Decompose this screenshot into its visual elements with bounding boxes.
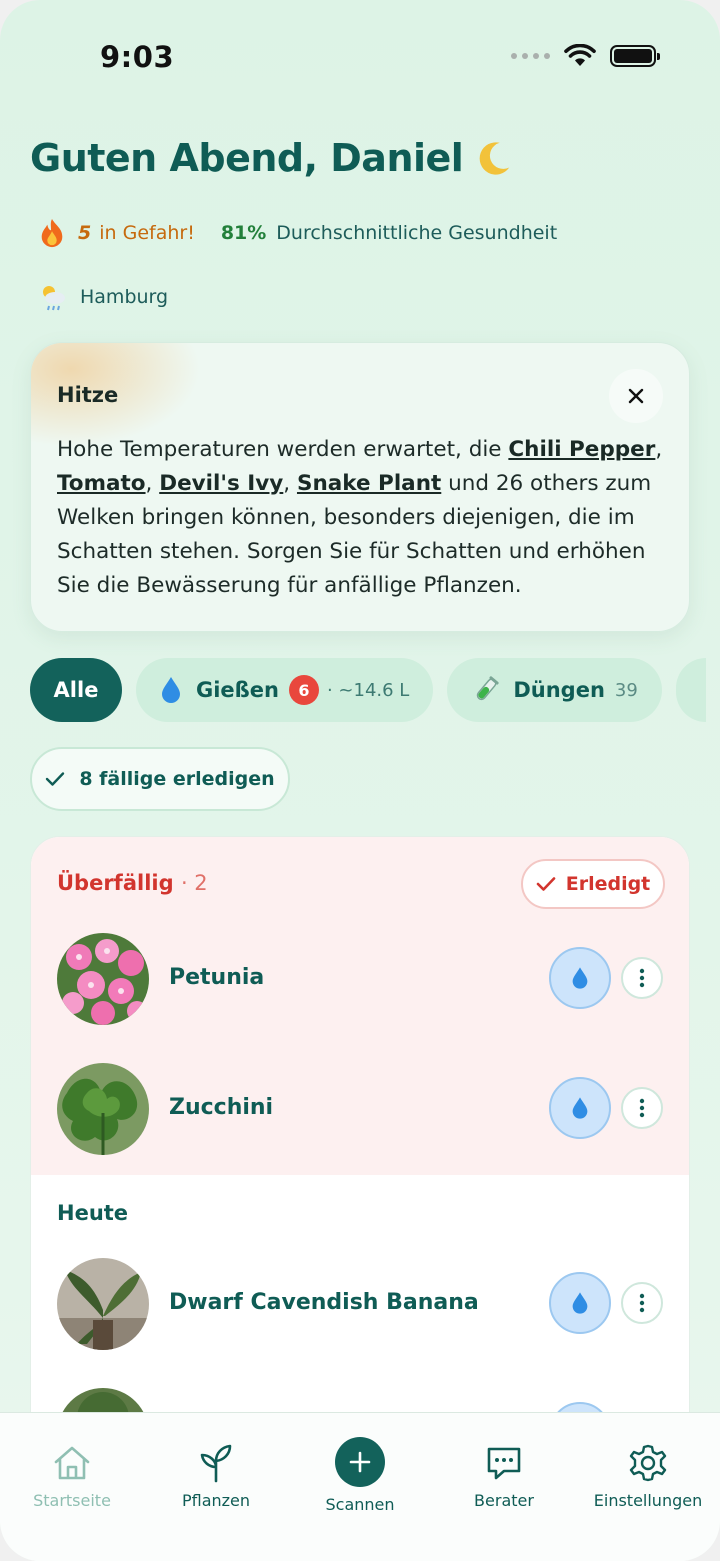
moon-icon <box>479 142 510 175</box>
tab-label: Berater <box>474 1491 534 1510</box>
plant-photo <box>57 933 149 1025</box>
filter-fertilize-chip[interactable]: Düngen 39 <box>447 658 662 722</box>
mark-overdue-done-button[interactable]: Erledigt <box>521 859 665 909</box>
more-options-button[interactable] <box>621 1282 663 1324</box>
water-drop-icon <box>572 1097 588 1119</box>
close-icon <box>628 388 644 404</box>
complete-due-label: 8 fällige erledigen <box>79 768 275 790</box>
list-item[interactable]: Petunia <box>31 933 689 1029</box>
plant-photo <box>57 1063 149 1155</box>
tab-plants[interactable]: Pflanzen <box>144 1443 288 1510</box>
fire-icon <box>41 218 63 248</box>
health-label: Durchschnittliche Gesundheit <box>276 222 558 244</box>
plant-stats: 5 in Gefahr! 81% Durchschnittliche Gesun… <box>38 218 557 248</box>
alert-title: Hitze <box>57 383 119 407</box>
alert-text: Hohe Temperaturen werden erwartet, die C… <box>57 433 667 603</box>
plant-name: Petunia <box>169 965 265 990</box>
more-vertical-icon <box>639 1098 645 1118</box>
more-vertical-icon <box>639 1293 645 1313</box>
battery-icon <box>610 45 660 67</box>
greeting-text: Guten Abend, Daniel <box>30 136 464 180</box>
health-value: 81% <box>220 222 267 244</box>
fertilize-count: 39 <box>614 679 638 701</box>
tab-label: Pflanzen <box>181 1491 251 1510</box>
separator: , <box>145 471 160 496</box>
heat-alert-card: Hitze Hohe Temperaturen werden erwartet,… <box>30 342 690 632</box>
water-button[interactable] <box>549 1272 611 1334</box>
danger-count: 5 <box>78 222 92 244</box>
tab-label: Startseite <box>33 1491 111 1510</box>
done-label: Erledigt <box>565 873 651 895</box>
scan-button[interactable] <box>335 1437 385 1487</box>
separator: , <box>283 471 297 496</box>
filter-water-chip[interactable]: Gießen 6 · ~14.6 L <box>136 658 434 722</box>
status-indicators <box>511 44 660 68</box>
tab-advisor[interactable]: Berater <box>432 1443 576 1510</box>
danger-label: in Gefahr! <box>99 222 195 244</box>
more-vertical-icon <box>639 968 645 988</box>
test-tube-icon <box>477 676 499 701</box>
complete-due-button[interactable]: 8 fällige erledigen <box>30 747 290 811</box>
plant-name: Zucchini <box>169 1095 274 1120</box>
plant-link-devils-ivy[interactable]: Devil's Ivy <box>159 471 283 496</box>
water-amount: · ~14.6 L <box>326 679 410 701</box>
filter-fertilize-label: Düngen <box>513 678 605 702</box>
overdue-section: Überfällig · 2 Erledigt Petunia Zucchini <box>31 837 689 1175</box>
location[interactable]: Hamburg <box>38 282 168 312</box>
tab-home[interactable]: Startseite <box>0 1443 144 1510</box>
water-drop-icon <box>162 677 180 703</box>
more-options-button[interactable] <box>621 1087 663 1129</box>
weather-icon <box>43 286 65 311</box>
check-icon <box>46 772 65 786</box>
overdue-title-text: Überfällig <box>57 871 174 895</box>
filter-chips: Alle Gießen 6 · ~14.6 L Düngen 39 <box>30 658 706 722</box>
check-icon <box>536 877 556 891</box>
plant-photo <box>57 1258 149 1350</box>
wifi-icon <box>564 44 596 66</box>
close-alert-button[interactable] <box>609 369 663 423</box>
home-icon <box>54 1446 90 1480</box>
filter-more-chip[interactable] <box>675 658 706 722</box>
today-title: Heute <box>57 1201 129 1225</box>
water-count-badge: 6 <box>288 675 319 705</box>
signal-icon <box>511 53 550 59</box>
tab-settings[interactable]: Einstellungen <box>576 1443 720 1510</box>
plant-link-tomato[interactable]: Tomato <box>57 471 146 496</box>
water-drop-icon <box>572 967 588 989</box>
page-title: Guten Abend, Daniel <box>30 136 513 180</box>
tab-label: Scannen <box>325 1495 395 1514</box>
water-button[interactable] <box>549 1077 611 1139</box>
status-time: 9:03 <box>100 40 175 74</box>
plant-name: Dwarf Cavendish Banana <box>169 1290 479 1315</box>
water-drop-icon <box>572 1292 588 1314</box>
filter-all-chip[interactable]: Alle <box>30 658 122 722</box>
overdue-count: · 2 <box>180 871 208 895</box>
plant-link-chili[interactable]: Chili Pepper <box>508 437 655 462</box>
location-name: Hamburg <box>80 286 169 308</box>
app-screen: 9:03 Guten Abend, Daniel 5 in Gefahr! 81… <box>0 0 720 1561</box>
chat-icon <box>487 1447 521 1480</box>
filter-water-label: Gießen <box>196 678 279 702</box>
plus-icon <box>349 1451 371 1473</box>
tab-scan[interactable]: Scannen <box>288 1437 432 1514</box>
separator: , <box>655 437 663 462</box>
list-item[interactable]: Zucchini <box>31 1063 689 1159</box>
bottom-tab-bar: Startseite Pflanzen Scannen Berater Eins… <box>0 1412 720 1561</box>
sprout-icon <box>200 1444 232 1483</box>
list-item[interactable]: Dwarf Cavendish Banana <box>31 1258 689 1354</box>
more-options-button[interactable] <box>621 957 663 999</box>
overdue-title: Überfällig · 2 <box>57 871 208 895</box>
alert-text-intro: Hohe Temperaturen werden erwartet, die <box>57 437 509 462</box>
plant-link-snake-plant[interactable]: Snake Plant <box>297 471 441 496</box>
gear-icon <box>629 1444 667 1482</box>
water-button[interactable] <box>549 947 611 1009</box>
tab-label: Einstellungen <box>593 1491 703 1510</box>
